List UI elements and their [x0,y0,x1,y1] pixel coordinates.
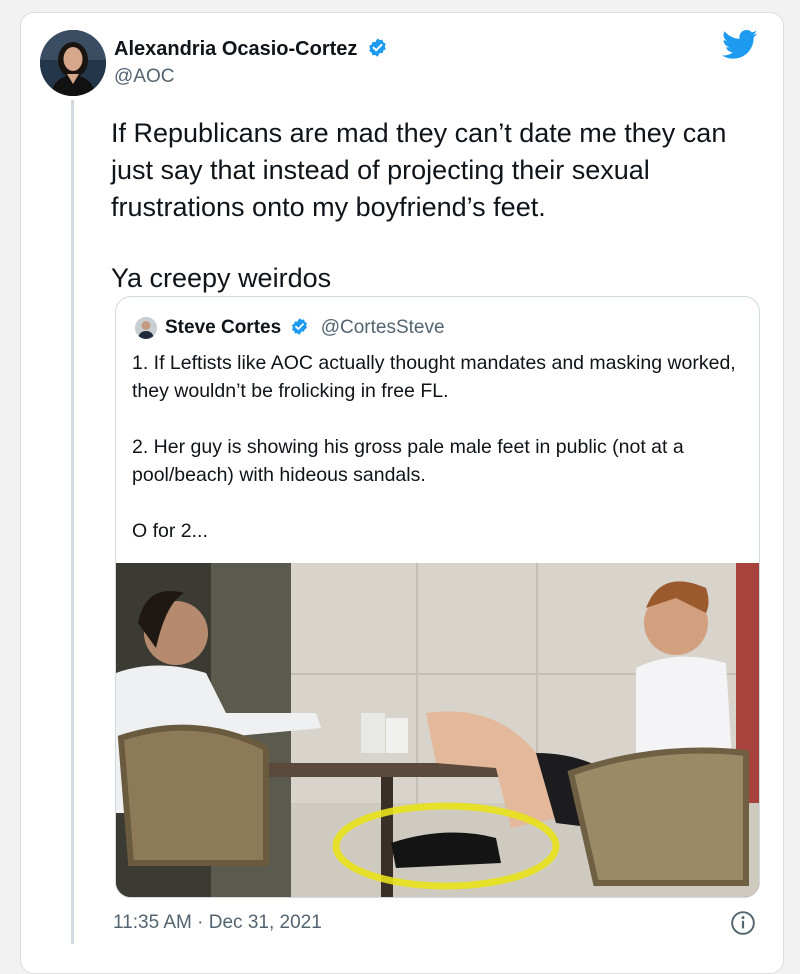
verified-badge-icon [290,317,309,342]
quoted-author-line[interactable]: Steve Cortes @CortesSteve [165,317,445,342]
quoted-tweet-photo[interactable] [116,563,759,897]
quoted-tweet-body: 1. If Leftists like AOC actually thought… [132,349,742,545]
tweet-timestamp[interactable]: 11:35 AM · Dec 31, 2021 [113,912,322,934]
tweet-body: If Republicans are mad they can’t date m… [111,115,771,297]
quoted-author-handle: @CortesSteve [320,317,445,338]
quoted-tweet[interactable]: Steve Cortes @CortesSteve 1. If Leftists… [115,296,760,898]
tweet-text-paragraph: Ya creepy weirdos [111,263,332,293]
author-name[interactable]: Alexandria Ocasio-Cortez [114,37,388,64]
twitter-bird-icon[interactable] [722,30,758,65]
quoted-paragraph: 2. Her guy is showing his gross pale mal… [132,436,684,486]
quoted-author-avatar[interactable] [135,317,157,339]
quoted-paragraph: O for 2... [132,520,208,542]
info-icon[interactable] [730,910,756,941]
author-avatar[interactable] [40,30,106,96]
quoted-paragraph: 1. If Leftists like AOC actually thought… [132,352,736,402]
author-handle[interactable]: @AOC [114,66,174,88]
verified-badge-icon [367,37,388,64]
quoted-author-name: Steve Cortes [165,317,282,338]
author-name-text: Alexandria Ocasio-Cortez [114,38,358,60]
thread-line [71,100,74,944]
tweet-text-paragraph: If Republicans are mad they can’t date m… [111,118,727,222]
